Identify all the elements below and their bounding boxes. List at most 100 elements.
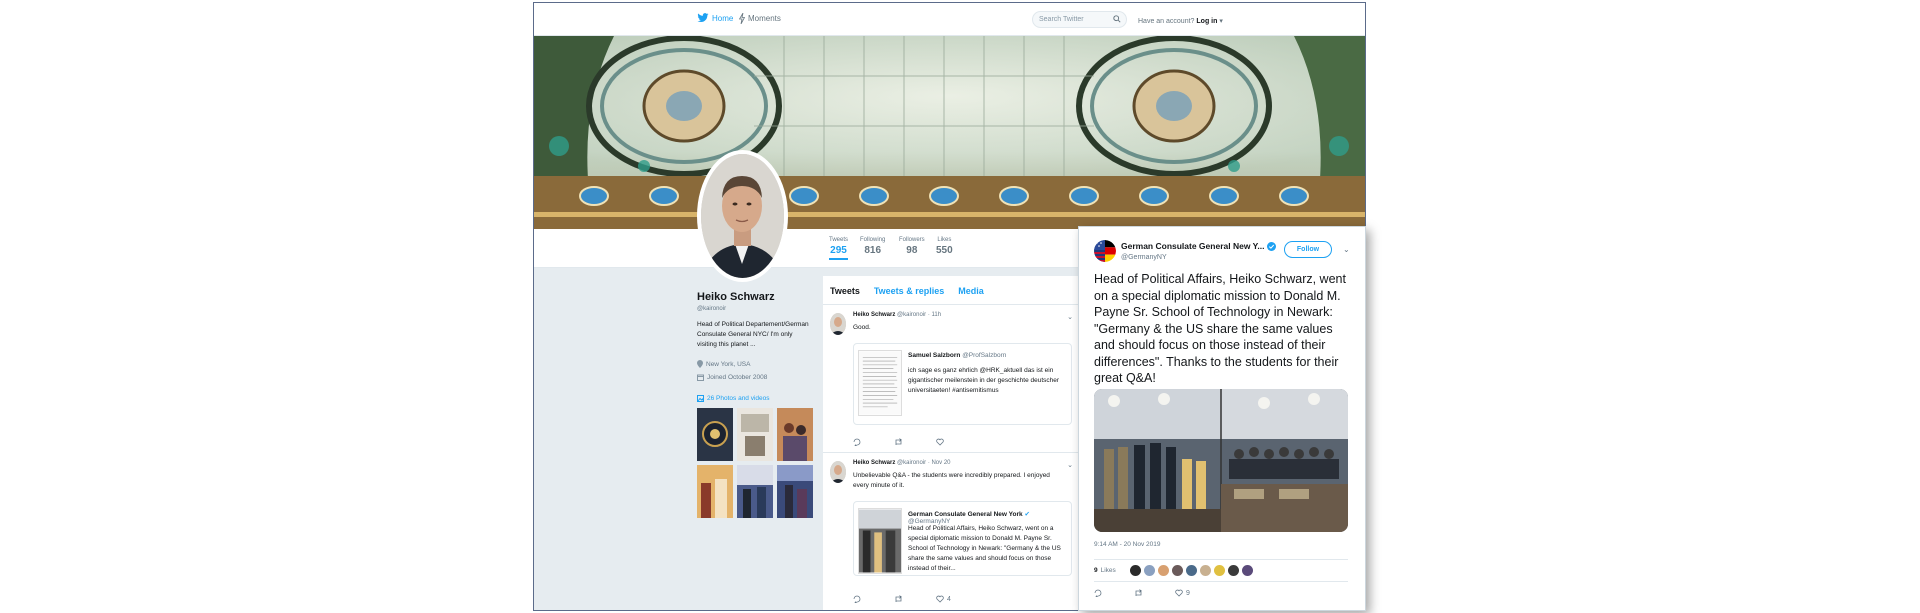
twitter-bird-icon: [697, 13, 709, 23]
tweet-text: Good.: [853, 324, 871, 331]
top-nav: Home Moments Search Twitter Have an acco…: [534, 3, 1365, 36]
tweet-author-name[interactable]: Heiko Schwarz: [853, 460, 895, 466]
embedded-tweet-card[interactable]: German Consulate General New Y... @Germa…: [1078, 226, 1366, 611]
tweet-author-handle[interactable]: @kaironoir: [897, 460, 926, 466]
tweet-avatar[interactable]: [830, 313, 846, 335]
profile-handle[interactable]: @kaironoir: [697, 306, 817, 312]
stained-glass-banner-art: [534, 36, 1365, 229]
liker-avatar[interactable]: [1157, 565, 1169, 576]
quoted-tweet-image[interactable]: [858, 508, 902, 574]
search-icon[interactable]: [1113, 15, 1121, 23]
profile-sidebar: Heiko Schwarz @kaironoir Head of Politic…: [697, 291, 817, 518]
follow-button[interactable]: Follow: [1284, 241, 1332, 258]
card-likes-row[interactable]: 9 Likes: [1094, 559, 1348, 582]
liker-avatar[interactable]: [1185, 565, 1197, 576]
card-author-handle[interactable]: @GermanyNY: [1121, 254, 1167, 261]
stat-label: Likes: [937, 237, 952, 243]
liker-avatar[interactable]: [1241, 565, 1253, 576]
liker-avatar[interactable]: [1213, 565, 1225, 576]
have-account-text: Have an account?: [1138, 18, 1195, 25]
retweet-button[interactable]: [894, 595, 906, 603]
profile-photo: [701, 154, 784, 278]
stat-value: 550: [936, 245, 953, 256]
quoted-tweet[interactable]: Samuel Salzborn @ProfSalzborn ich sage e…: [853, 343, 1072, 425]
liker-avatar[interactable]: [1199, 565, 1211, 576]
like-button[interactable]: [936, 438, 947, 446]
likes-label: Likes: [1100, 567, 1116, 574]
profile-name[interactable]: Heiko Schwarz: [697, 291, 817, 303]
tweet-author-name[interactable]: Heiko Schwarz: [853, 312, 895, 318]
search-placeholder: Search Twitter: [1039, 16, 1084, 23]
tweet-avatar[interactable]: [830, 461, 846, 483]
card-tweet-text: Head of Political Affairs, Heiko Schwarz…: [1094, 272, 1346, 385]
quoted-author-name[interactable]: German Consulate General New York: [908, 511, 1023, 518]
nav-home-label: Home: [712, 13, 734, 23]
card-timestamp[interactable]: 9:14 AM - 20 Nov 2019: [1094, 541, 1161, 548]
consulate-avatar[interactable]: [1094, 240, 1116, 262]
heart-icon: [936, 438, 944, 446]
media-thumbnail[interactable]: [697, 465, 733, 518]
nav-home[interactable]: Home: [697, 13, 733, 23]
card-author-name[interactable]: German Consulate General New Y...: [1121, 241, 1277, 251]
liker-avatar[interactable]: [1227, 565, 1239, 576]
tab-tweets-replies[interactable]: Tweets & replies: [874, 286, 944, 304]
tab-media[interactable]: Media: [958, 286, 984, 304]
liker-avatar[interactable]: [1129, 565, 1141, 576]
reply-button[interactable]: [1094, 589, 1102, 597]
photo-icon: [697, 395, 704, 402]
stat-label: Following: [860, 237, 886, 243]
group-photo: [1094, 389, 1348, 532]
liker-avatar[interactable]: [1143, 565, 1155, 576]
quoted-tweet-image[interactable]: [858, 350, 902, 416]
location-pin-icon: [697, 360, 703, 368]
reply-icon: [1094, 589, 1102, 597]
retweet-button[interactable]: [1134, 589, 1143, 597]
like-button[interactable]: 9: [1175, 589, 1190, 597]
liker-avatar[interactable]: [1171, 565, 1183, 576]
tweet-time[interactable]: · 11h: [928, 312, 941, 318]
nav-moments[interactable]: Moments: [739, 13, 781, 24]
tweet-time[interactable]: · Nov 20: [928, 460, 951, 466]
nav-moments-label: Moments: [748, 14, 781, 23]
retweet-icon: [1135, 589, 1142, 596]
quoted-author-name[interactable]: Samuel Salzborn: [908, 352, 960, 359]
profile-joined: Joined October 2008: [697, 374, 817, 381]
profile-location: New York, USA: [697, 360, 817, 368]
tab-tweets[interactable]: Tweets: [830, 286, 860, 304]
stat-following[interactable]: Following 816: [860, 237, 885, 256]
media-thumbnail[interactable]: [737, 408, 773, 461]
retweet-button[interactable]: [894, 438, 906, 446]
profile-header-image: [534, 36, 1365, 229]
media-thumbnail[interactable]: [737, 465, 773, 518]
stat-followers[interactable]: Followers 98: [899, 237, 925, 256]
chevron-down-icon[interactable]: ▾: [1217, 18, 1223, 25]
chevron-down-icon[interactable]: ⌄: [1067, 461, 1073, 469]
media-thumbnail[interactable]: [777, 465, 813, 518]
retweet-icon: [895, 438, 902, 445]
tweet[interactable]: Heiko Schwarz @kaironoir · 11h ⌄ Good. S…: [823, 305, 1079, 453]
reply-button[interactable]: [853, 595, 864, 603]
search-input[interactable]: Search Twitter: [1032, 11, 1127, 28]
like-button[interactable]: 4: [936, 595, 951, 603]
stat-tweets[interactable]: Tweets 295: [829, 237, 849, 260]
tweet-header: Heiko Schwarz @kaironoir · Nov 20: [853, 460, 951, 466]
tweet-author-handle[interactable]: @kaironoir: [897, 312, 926, 318]
media-thumbnail[interactable]: [697, 408, 733, 461]
login-link[interactable]: Log in: [1196, 18, 1217, 25]
heart-icon: [936, 595, 944, 603]
media-thumbnail[interactable]: [777, 408, 813, 461]
stat-likes[interactable]: Likes 550: [936, 237, 953, 256]
quoted-author-handle[interactable]: @ProfSalzborn: [962, 352, 1006, 359]
photos-videos-link[interactable]: 26 Photos and videos: [697, 395, 817, 402]
quoted-tweet[interactable]: German Consulate General New York ✔ @Ger…: [853, 501, 1072, 576]
tweet-text: Unbelievable Q&A - the students were inc…: [853, 472, 1050, 489]
heart-icon: [1175, 589, 1183, 597]
chevron-down-icon[interactable]: ⌄: [1343, 245, 1350, 254]
reply-button[interactable]: [853, 438, 864, 446]
like-count: 4: [947, 595, 951, 603]
profile-avatar[interactable]: [697, 150, 788, 282]
photos-videos-label: 26 Photos and videos: [707, 395, 770, 402]
chevron-down-icon[interactable]: ⌄: [1067, 313, 1073, 321]
card-tweet-photo[interactable]: [1094, 389, 1348, 532]
tweet[interactable]: Heiko Schwarz @kaironoir · Nov 20 ⌄ Unbe…: [823, 453, 1079, 610]
